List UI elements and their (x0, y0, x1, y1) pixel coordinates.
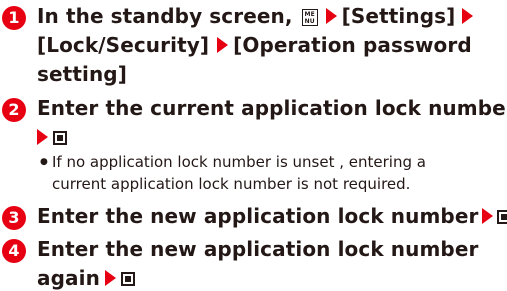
step-3-line-1: Enter the new application lock number (37, 203, 507, 229)
step-1-text-lock-security: [Lock/Security] (37, 33, 210, 57)
step-1-text-standby: In the standby screen, (37, 4, 293, 28)
step-4-line-2: again (37, 265, 135, 291)
menu-key-icon: ME NU (301, 9, 318, 26)
step-number-4: 4 (2, 239, 26, 263)
arrow-right-icon (37, 129, 48, 145)
arrow-right-icon (325, 8, 337, 24)
confirm-key-icon (497, 210, 507, 224)
step-number-3: 3 (2, 206, 26, 230)
step-1-text-setting: setting] (37, 62, 127, 86)
step-1-line-3: setting] (37, 61, 127, 87)
arrow-right-icon (482, 208, 494, 224)
step-number-1: 1 (2, 6, 26, 30)
step-2-text: Enter the current application lock numbe… (37, 96, 507, 120)
arrow-right-icon (462, 8, 474, 24)
step-1-line-2: [Lock/Security] [Operation password (37, 32, 472, 58)
step-4-text: Enter the new application lock number (37, 237, 479, 261)
step-number-2: 2 (2, 98, 26, 122)
arrow-right-icon (217, 37, 229, 53)
note-bullet: ● (40, 157, 48, 167)
step-2-line-1: Enter the current application lock numbe… (37, 95, 507, 121)
step-4-text-again: again (37, 266, 100, 290)
note-line-2: current application lock number is not r… (52, 175, 411, 193)
note-line-1: If no application lock number is unset ,… (52, 153, 426, 171)
step-1-text-operation-password: [Operation password (233, 33, 472, 57)
step-1-text-settings: [Settings] (341, 4, 456, 28)
confirm-key-icon (53, 131, 67, 145)
arrow-right-icon (104, 270, 116, 286)
step-1-line-1: In the standby screen, ME NU [Settings] (37, 3, 478, 29)
step-2-line-2 (37, 124, 67, 150)
confirm-key-icon (120, 272, 135, 286)
step-3-text: Enter the new application lock number (37, 204, 479, 228)
step-4-line-1: Enter the new application lock number (37, 236, 478, 262)
